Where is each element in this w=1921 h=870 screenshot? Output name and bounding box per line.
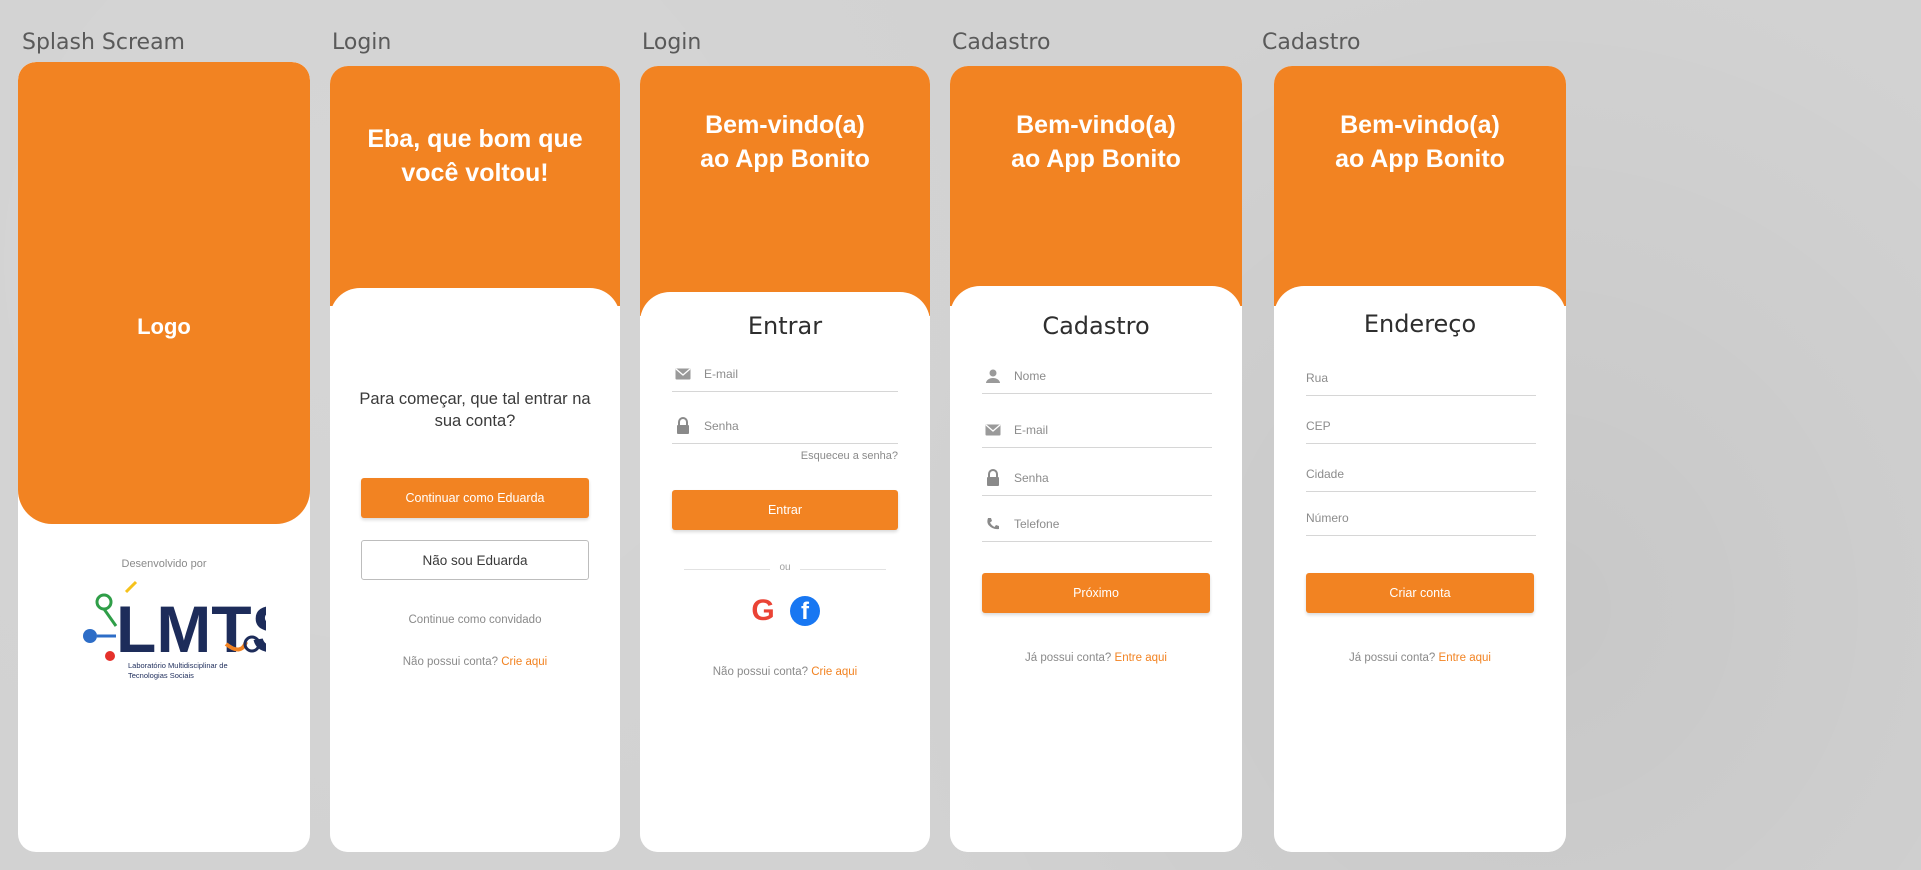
login-create-account-link[interactable]: Crie aqui [811, 666, 857, 678]
lmts-logo-mark: LMTS Laboratório Multidisciplinar de Tec… [83, 580, 296, 680]
register-has-account-row: Já possui conta? Entre aqui [950, 652, 1242, 664]
register-lock-icon [982, 467, 1004, 489]
email-field[interactable]: E-mail [672, 356, 898, 392]
create-account-link[interactable]: Crie aqui [501, 656, 547, 668]
frame-label-splash: Splash Scream [22, 30, 185, 55]
splash-orange-panel [18, 62, 310, 524]
no-account-text: Não possui conta? [402, 656, 499, 668]
address-has-account-row: Já possui conta? Entre aqui [1274, 652, 1566, 664]
or-divider: ou [684, 562, 886, 576]
login-form-card-title: Entrar [747, 312, 823, 340]
register-hero-title: Bem-vindo(a) ao App Bonito [1011, 111, 1181, 173]
login-welcome-screen: Eba, que bom que você voltou! Para começ… [330, 66, 620, 852]
not-user-button[interactable]: Não sou Eduarda [361, 540, 589, 580]
register-screen: Bem-vindo(a) ao App Bonito Cadastro Nome… [950, 66, 1242, 852]
next-button[interactable]: Próximo [982, 573, 1210, 613]
register-email-field[interactable]: E-mail [982, 412, 1212, 448]
zip-placeholder: CEP [1306, 418, 1331, 433]
register-password-placeholder: Senha [1014, 470, 1049, 485]
address-hero-title: Bem-vindo(a) ao App Bonito [1335, 111, 1505, 173]
login-no-account-text: Não possui conta? [712, 666, 809, 678]
register-password-field[interactable]: Senha [982, 460, 1212, 496]
user-icon [982, 365, 1004, 387]
frame-label-login-form: Login [642, 30, 702, 55]
forgot-password-link[interactable]: Esqueceu a senha? [801, 450, 898, 462]
register-header [950, 66, 1242, 306]
svg-text:LMTS: LMTS [116, 592, 266, 666]
password-placeholder: Senha [704, 418, 739, 433]
svg-text:Laboratório Multidisciplinar d: Laboratório Multidisciplinar de [128, 661, 228, 670]
frame-label-login-welcome: Login [332, 30, 392, 55]
no-account-row: Não possui conta? Crie aqui [330, 656, 620, 668]
name-field[interactable]: Nome [982, 358, 1212, 394]
lmts-logo: LMTS Laboratório Multidisciplinar de Tec… [76, 574, 296, 684]
login-no-account-row: Não possui conta? Crie aqui [640, 666, 930, 678]
register-mail-icon [982, 419, 1004, 441]
login-form-screen: Bem-vindo(a) ao App Bonito Entrar E-mail… [640, 66, 930, 852]
phone-icon [982, 513, 1004, 535]
frame-label-register: Cadastro [952, 30, 1051, 55]
street-placeholder: Rua [1306, 370, 1329, 385]
name-placeholder: Nome [1014, 368, 1047, 383]
address-screen: Bem-vindo(a) ao App Bonito Endereço Rua … [1274, 66, 1566, 852]
register-has-account-text: Já possui conta? [1025, 652, 1112, 664]
create-account-button[interactable]: Criar conta [1306, 573, 1534, 613]
frame-label-address: Cadastro [1262, 30, 1361, 55]
splash-screen: Logo Desenvolvido por LMTS Laboratório M… [18, 62, 310, 852]
number-field[interactable]: Número [1306, 500, 1536, 536]
login-welcome-prompt: Para começar, que tal entrar na sua cont… [359, 390, 591, 430]
developed-by-text: Desenvolvido por [121, 558, 207, 570]
zip-field[interactable]: CEP [1306, 408, 1536, 444]
login-form-header [640, 66, 930, 316]
continue-as-guest-link[interactable]: Continue como convidado [330, 614, 620, 626]
register-card-title: Cadastro [1042, 312, 1150, 340]
phone-placeholder: Telefone [1014, 516, 1060, 531]
address-has-account-text: Já possui conta? [1349, 652, 1436, 664]
login-welcome-title: Eba, que bom que você voltou! [367, 125, 583, 187]
register-login-link[interactable]: Entre aqui [1115, 652, 1167, 664]
svg-text:Tecnologias Sociais: Tecnologias Sociais [128, 671, 194, 680]
facebook-icon[interactable]: f [790, 596, 820, 626]
phone-field[interactable]: Telefone [982, 506, 1212, 542]
login-submit-button[interactable]: Entrar [672, 490, 898, 530]
login-form-hero-title: Bem-vindo(a) ao App Bonito [700, 111, 870, 173]
address-login-link[interactable]: Entre aqui [1439, 652, 1491, 664]
continue-as-user-button[interactable]: Continuar como Eduarda [361, 478, 589, 518]
number-placeholder: Número [1306, 510, 1349, 525]
address-card-title: Endereço [1363, 310, 1477, 338]
mail-icon [672, 363, 694, 385]
city-field[interactable]: Cidade [1306, 456, 1536, 492]
password-field[interactable]: Senha [672, 408, 898, 444]
google-icon[interactable]: G [746, 594, 780, 628]
street-field[interactable]: Rua [1306, 360, 1536, 396]
address-header [1274, 66, 1566, 306]
or-divider-text: ou [779, 562, 791, 573]
email-placeholder: E-mail [704, 366, 739, 381]
city-placeholder: Cidade [1306, 466, 1345, 481]
logo-placeholder: Logo [137, 314, 191, 339]
register-email-placeholder: E-mail [1014, 422, 1049, 437]
lock-icon [672, 415, 694, 437]
